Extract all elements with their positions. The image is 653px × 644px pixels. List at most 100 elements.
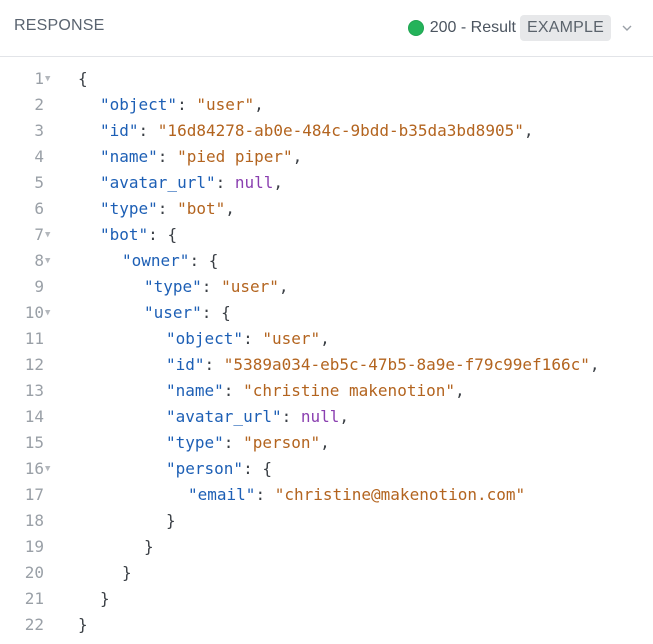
json-key: "object" [100, 95, 178, 114]
code-line: 3 "id": "16d84278-ab0e-484c-9bdd-b35da3bd… [0, 118, 653, 144]
code-line: 12 "id": "5389a034-eb5c-47b5-8a9e-f79c99e… [0, 352, 653, 378]
code-text: { [78, 66, 88, 92]
line-number: 21 [24, 589, 44, 608]
line-number: 18 [24, 511, 44, 530]
json-punct: : [204, 355, 224, 374]
line-number: 2 [34, 95, 44, 114]
code-line: 14 "avatar_url": null, [0, 404, 653, 430]
line-number: 15 [24, 433, 44, 452]
code-line: 2 "object": "user", [0, 92, 653, 118]
json-punct: , [273, 173, 284, 192]
json-punct: , [254, 95, 264, 114]
line-number: 19 [24, 537, 44, 556]
json-punct: : { [243, 459, 272, 478]
json-string: "16d84278-ab0e-484c-9bdd-b35da3bd8905" [157, 121, 524, 140]
json-punct: } [144, 537, 154, 556]
json-punct: , [320, 433, 330, 452]
json-key: "object" [166, 329, 244, 348]
json-punct: } [100, 589, 110, 608]
json-punct: : [157, 147, 178, 166]
json-punct: , [292, 147, 303, 166]
fold-toggle-icon[interactable]: ▼ [45, 222, 50, 248]
json-punct: , [339, 407, 350, 426]
code-text: } [122, 560, 132, 586]
code-line: 17 "email": "christine@makenotion.com" [0, 482, 653, 508]
line-number: 22 [24, 615, 44, 634]
code-text: "avatar_url": null, [166, 404, 349, 430]
line-number: 9 [34, 277, 44, 296]
chevron-down-icon [622, 25, 632, 31]
code-text: "avatar_url": null, [100, 170, 283, 196]
code-text: } [100, 586, 110, 612]
line-number: 14 [24, 407, 44, 426]
json-punct: , [523, 121, 534, 140]
response-title: RESPONSE [14, 17, 105, 34]
code-text: "object": "user", [166, 326, 330, 352]
code-line: 16 ▼ "person": { [0, 456, 653, 482]
code-line: 1 ▼ { [0, 66, 653, 92]
json-punct: : { [201, 303, 231, 322]
json-key: "bot" [100, 225, 149, 244]
json-punct: , [454, 381, 465, 400]
code-line: 19} [0, 534, 653, 560]
line-number: 1 [34, 69, 44, 88]
json-string: "user" [221, 277, 279, 296]
code-line: 21} [0, 586, 653, 612]
json-punct: : [215, 173, 235, 192]
json-string: "person" [243, 433, 321, 452]
line-number: 11 [24, 329, 44, 348]
json-string: "christine@makenotion.com" [274, 485, 526, 504]
response-header: RESPONSE 200 - Result EXAMPLE [0, 0, 653, 57]
code-line: 4 "name": "pied piper", [0, 144, 653, 170]
fold-toggle-icon[interactable]: ▼ [45, 456, 50, 482]
code-text: "name": "pied piper", [100, 144, 302, 170]
code-text: "person": { [166, 456, 272, 482]
json-punct: , [225, 199, 235, 218]
fold-toggle-icon[interactable]: ▼ [45, 300, 50, 326]
line-number: 6 [34, 199, 44, 218]
code-line: 9 "type": "user", [0, 274, 653, 300]
line-number: 10 [24, 303, 44, 322]
json-punct: : [281, 407, 301, 426]
json-punct: } [78, 615, 88, 634]
json-key: "avatar_url" [166, 407, 282, 426]
json-string: "bot" [177, 199, 226, 218]
json-key: "type" [166, 433, 224, 452]
code-line: 10 ▼ "user": { [0, 300, 653, 326]
code-line: 8 ▼ "owner": { [0, 248, 653, 274]
json-punct: } [122, 563, 132, 582]
json-key: "name" [166, 381, 224, 400]
json-key: "email" [188, 485, 256, 504]
line-number: 20 [24, 563, 44, 582]
json-string: "pied piper" [177, 147, 293, 166]
code-line: 13 "name": "christine makenotion", [0, 378, 653, 404]
json-null: null [234, 173, 274, 192]
line-number: 12 [24, 355, 44, 374]
status-dot-icon [407, 20, 424, 36]
json-key: "user" [144, 303, 202, 322]
code-line: 6 "type": "bot", [0, 196, 653, 222]
json-punct: : [177, 95, 197, 114]
fold-toggle-icon[interactable]: ▼ [45, 248, 50, 274]
code-text: "id": "16d84278-ab0e-484c-9bdd-b35da3bd8… [100, 118, 533, 144]
code-text: "type": "person", [166, 430, 330, 456]
line-number: 5 [34, 173, 44, 192]
json-punct: : [255, 485, 275, 504]
status-text: 200 - Result [429, 19, 516, 36]
code-text: "name": "christine makenotion", [166, 378, 465, 404]
json-key: "type" [100, 199, 158, 218]
json-null: null [300, 407, 340, 426]
line-number: 3 [34, 121, 44, 140]
code-text: } [78, 612, 88, 638]
code-text: "type": "user", [144, 274, 289, 300]
code-line: 15 "type": "person", [0, 430, 653, 456]
code-line: 22} [0, 612, 653, 638]
fold-toggle-icon[interactable]: ▼ [45, 66, 50, 92]
code-text: "id": "5389a034-eb5c-47b5-8a9e-f79c99ef1… [166, 352, 599, 378]
code-line: 20} [0, 560, 653, 586]
code-text: "user": { [144, 300, 231, 326]
line-number: 8 [34, 251, 44, 270]
code-text: "bot": { [100, 222, 177, 248]
example-selector[interactable]: 200 - Result EXAMPLE [407, 13, 633, 43]
json-key: "id" [100, 121, 139, 140]
